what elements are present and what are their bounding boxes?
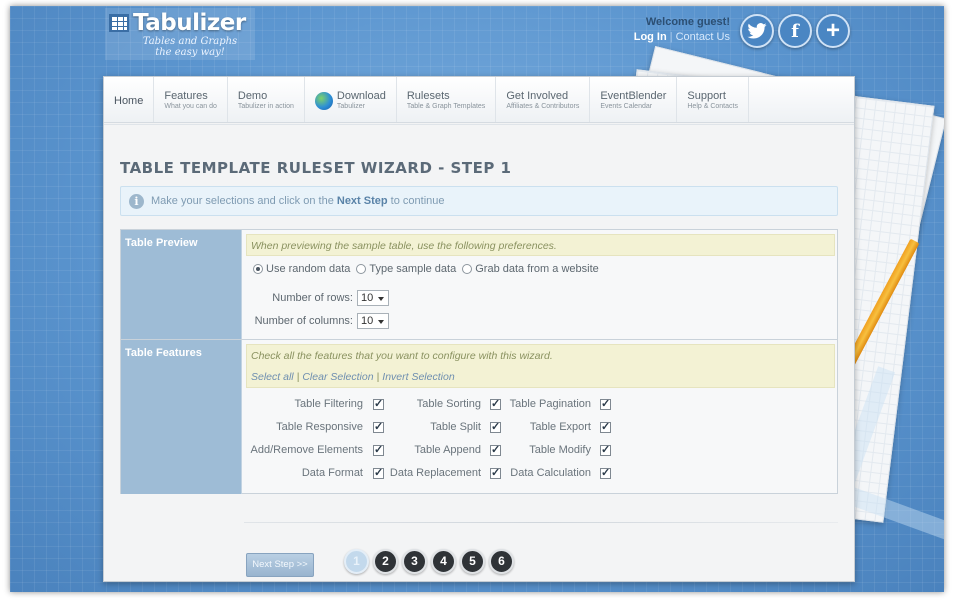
wizard-content: TABLE TEMPLATE RULESET WIZARD - STEP 1 i… xyxy=(104,124,854,581)
columns-field: Number of columns: 10 xyxy=(243,313,389,329)
features-hint: Check all the features that you want to … xyxy=(246,344,835,388)
columns-select[interactable]: 10 xyxy=(357,313,389,329)
feature-label: Table Modify xyxy=(529,444,591,456)
main-nav: Home Features What you can do Demo Tabuliz… xyxy=(104,77,854,123)
welcome-text: Welcome guest! xyxy=(645,16,730,28)
invert-selection-link[interactable]: Invert Selection xyxy=(382,371,454,383)
selection-links: Select all | Clear Selection | Invert Select… xyxy=(251,371,455,383)
next-step-button[interactable]: Next Step >> xyxy=(246,553,314,577)
nav-eventblender[interactable]: EventBlender Events Calendar xyxy=(590,77,678,122)
checkbox-table-split[interactable] xyxy=(490,420,501,433)
checkbox-table-sorting[interactable] xyxy=(490,397,501,410)
table-icon xyxy=(109,14,129,32)
twitter-icon xyxy=(747,23,767,39)
preview-section-header: Table Preview xyxy=(121,230,242,339)
step-1[interactable]: 1 xyxy=(344,549,369,574)
checkbox-data-replacement[interactable] xyxy=(490,466,501,479)
contact-link[interactable]: Contact Us xyxy=(676,31,730,43)
radio-sample-data[interactable]: Type sample data xyxy=(356,263,456,275)
feature-label: Data Calculation xyxy=(510,467,591,479)
checkbox-table-append[interactable] xyxy=(490,443,501,456)
auth-links: Log In | Contact Us xyxy=(633,31,730,43)
info-box: i Make your selections and click on the … xyxy=(120,186,838,216)
nav-get-involved[interactable]: Get Involved Affiliates & Contributors xyxy=(496,77,591,122)
feature-label: Table Filtering xyxy=(294,398,363,410)
step-6[interactable]: 6 xyxy=(489,549,514,574)
feature-label: Add/Remove Elements xyxy=(250,444,364,456)
nav-download[interactable]: Download Tabulizer xyxy=(305,77,397,122)
feature-label: Table Append xyxy=(414,444,481,456)
facebook-icon: f xyxy=(791,20,799,42)
info-text: Make your selections and click on the Ne… xyxy=(151,195,445,207)
step-5[interactable]: 5 xyxy=(460,549,485,574)
plus-icon: + xyxy=(825,17,840,44)
logo-title: Tabulizer xyxy=(133,10,246,36)
wizard-form: Table Preview Table Features When previe… xyxy=(120,229,838,494)
select-all-link[interactable]: Select all xyxy=(251,371,294,383)
rows-select[interactable]: 10 xyxy=(357,290,389,306)
nav-home[interactable]: Home xyxy=(104,77,155,122)
feature-label: Data Replacement xyxy=(389,467,481,479)
feature-label: Table Pagination xyxy=(509,398,591,410)
feature-label: Table Export xyxy=(529,421,591,433)
feature-label: Table Sorting xyxy=(416,398,481,410)
twitter-button[interactable] xyxy=(740,14,774,48)
logo-tagline: Tables and Graphs the easy way! xyxy=(142,36,238,58)
feature-label: Table Split xyxy=(430,421,481,433)
clear-selection-link[interactable]: Clear Selection xyxy=(302,371,373,383)
globe-icon xyxy=(314,92,333,110)
features-section-header: Table Features xyxy=(121,340,242,494)
nav-demo[interactable]: Demo Tabulizer in action xyxy=(228,77,305,122)
info-icon: i xyxy=(129,194,144,209)
nav-support[interactable]: Support Help & Contacts xyxy=(677,77,749,122)
data-source-radios: Use random data Type sample data Grab da… xyxy=(253,263,599,275)
section-divider xyxy=(121,339,837,340)
checkbox-data-calculation[interactable] xyxy=(600,466,611,479)
main-card: Home Features What you can do Demo Tabuliz… xyxy=(103,76,855,582)
nav-rulesets[interactable]: Rulesets Table & Graph Templates xyxy=(397,77,497,122)
feature-label: Table Responsive xyxy=(276,421,363,433)
nav-features[interactable]: Features What you can do xyxy=(154,77,228,122)
radio-random-data[interactable]: Use random data xyxy=(253,263,350,275)
checkbox-table-modify[interactable] xyxy=(600,443,611,456)
footer-divider xyxy=(244,522,838,523)
plus-button[interactable]: + xyxy=(816,14,850,48)
step-2[interactable]: 2 xyxy=(373,549,398,574)
page-title: TABLE TEMPLATE RULESET WIZARD - STEP 1 xyxy=(120,159,512,177)
step-pagination: 1 2 3 4 5 6 xyxy=(344,549,514,574)
rows-field: Number of rows: 10 xyxy=(243,290,389,306)
login-link[interactable]: Log In xyxy=(634,31,667,43)
facebook-button[interactable]: f xyxy=(778,14,812,48)
site-logo[interactable]: Tabulizer Tables and Graphs the easy way… xyxy=(105,8,255,60)
radio-website-data[interactable]: Grab data from a website xyxy=(462,263,599,275)
feature-label: Data Format xyxy=(301,467,363,479)
preview-hint: When previewing the sample table, use th… xyxy=(246,234,835,256)
step-3[interactable]: 3 xyxy=(402,549,427,574)
checkbox-table-export[interactable] xyxy=(600,420,611,433)
step-4[interactable]: 4 xyxy=(431,549,456,574)
checkbox-table-pagination[interactable] xyxy=(600,397,611,410)
